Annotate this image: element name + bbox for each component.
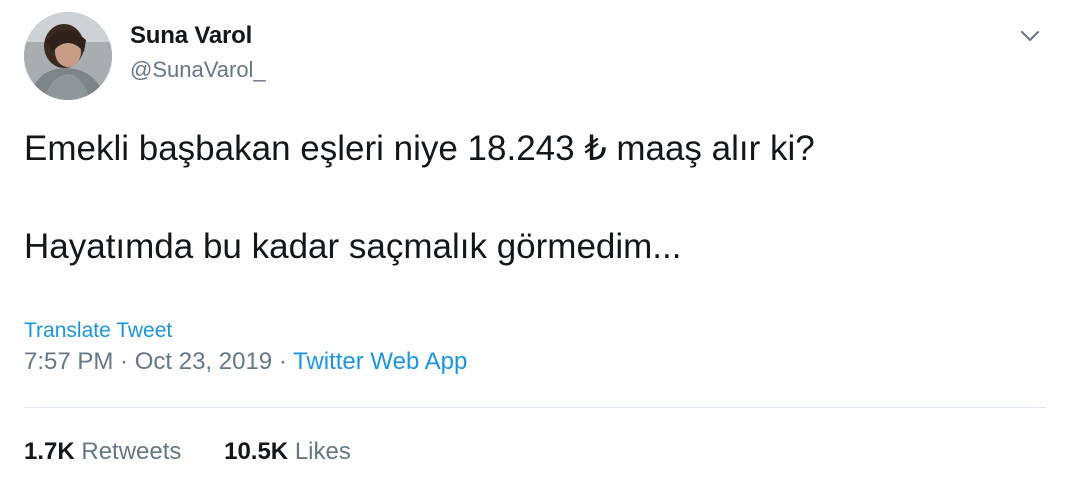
translate-tweet-link[interactable]: Translate Tweet	[24, 319, 172, 343]
tweet-text-line: Hayatımda bu kadar saçmalık görmedim...	[24, 227, 682, 266]
likes-count: 10.5K	[224, 438, 289, 465]
retweets-stat[interactable]: 1.7K Retweets	[24, 438, 181, 466]
avatar[interactable]	[24, 12, 112, 100]
avatar-image	[24, 12, 112, 100]
tweet-text-line: Emekli başbakan eşleri niye 18.243 ₺ maa…	[24, 129, 815, 168]
retweets-count: 1.7K	[24, 438, 75, 465]
tweet-source-link[interactable]: Twitter Web App	[293, 348, 467, 375]
author-name[interactable]: Suna Varol	[130, 22, 252, 50]
retweets-label: Retweets	[81, 438, 182, 465]
tweet-stats: 1.7K Retweets 10.5K Likes	[24, 438, 351, 466]
meta-separator: ·	[272, 348, 294, 375]
tweet-meta: 7:57 PM · Oct 23, 2019 · Twitter Web App	[24, 348, 467, 376]
tweet-card: Suna Varol @SunaVarol_ Emekli başbakan e…	[0, 0, 1070, 496]
likes-label: Likes	[294, 438, 351, 465]
chevron-down-icon[interactable]	[1016, 22, 1044, 50]
tweet-text: Emekli başbakan eşleri niye 18.243 ₺ maa…	[24, 127, 1034, 269]
divider	[24, 407, 1046, 408]
likes-stat[interactable]: 10.5K Likes	[224, 438, 351, 466]
meta-separator: ·	[113, 348, 135, 375]
author-handle[interactable]: @SunaVarol_	[130, 57, 266, 83]
tweet-date[interactable]: Oct 23, 2019	[135, 348, 272, 375]
tweet-time[interactable]: 7:57 PM	[24, 348, 113, 375]
